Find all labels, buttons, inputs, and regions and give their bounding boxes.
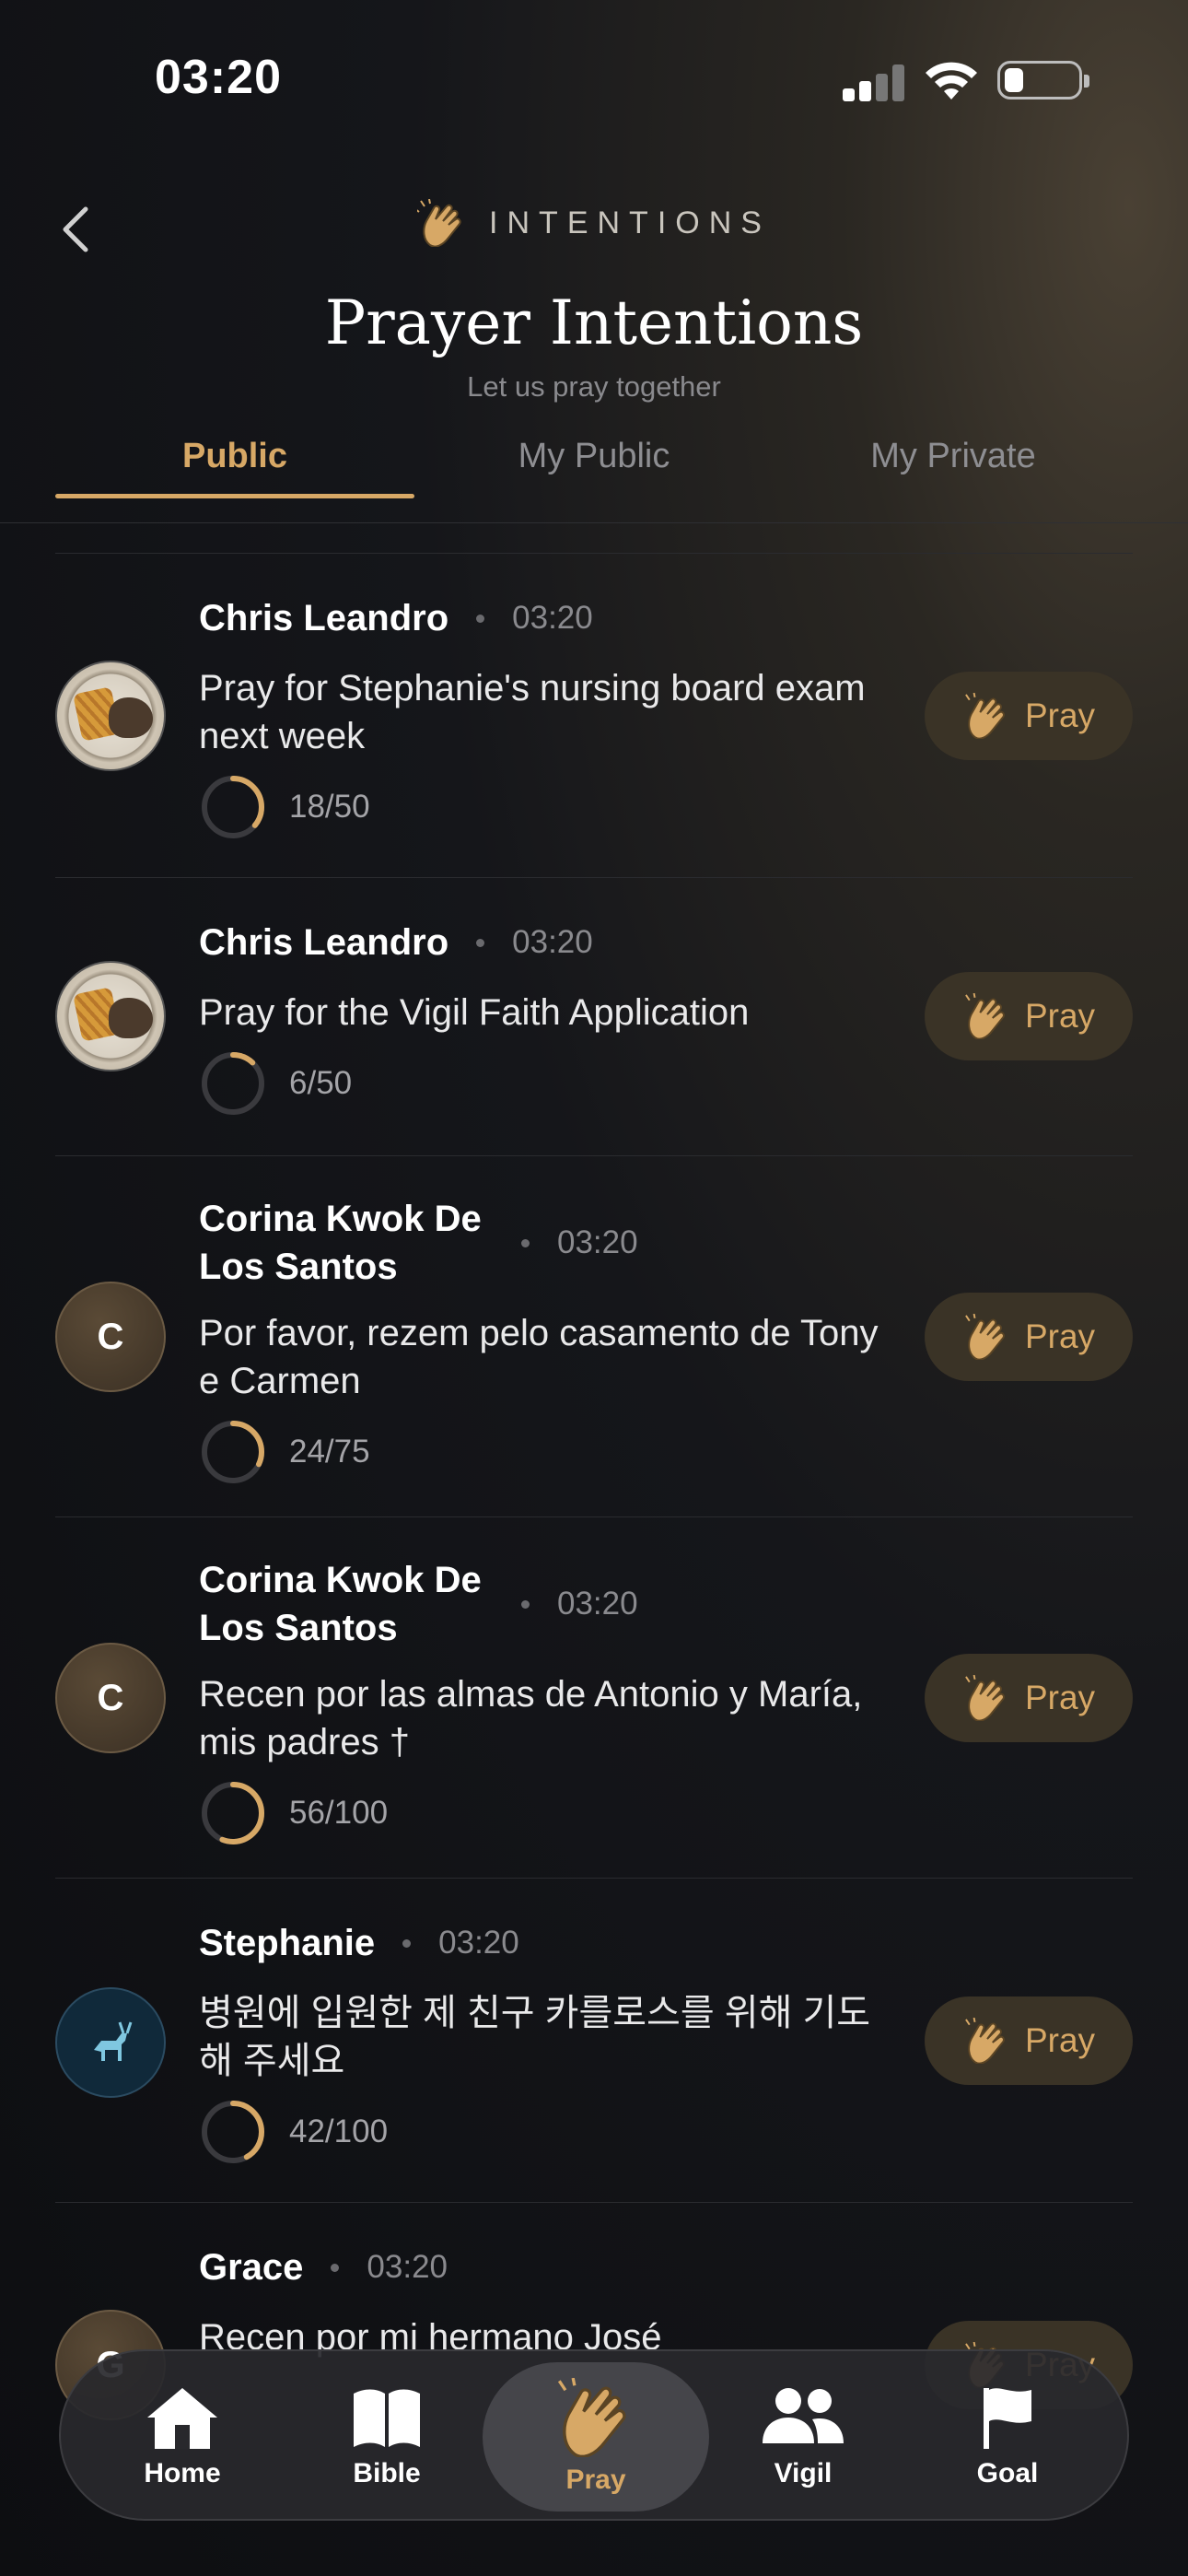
pray-button[interactable]: Pray [925,972,1133,1060]
cellular-signal-icon [843,63,905,101]
author-name: Stephanie [199,1923,376,1963]
intention-message: 병원에 입원한 제 친구 카를로스를 위해 기도해 주세요 [199,1993,871,2081]
praying-hands-icon [557,2378,626,2457]
prayer-progress: 18/50 [199,773,370,841]
pray-button[interactable]: Pray [925,1293,1133,1381]
nav-bible[interactable]: Bible [285,2351,488,2523]
pray-button-label: Pray [1024,697,1096,734]
intention-card: Chris Leandro 03:20 Pray for Stephanie's… [55,553,1133,877]
pray-button[interactable]: Pray [925,1654,1133,1742]
progress-ring-icon [202,776,264,838]
author-name: Grace [199,2247,304,2288]
timestamp: 03:20 [512,924,593,960]
pray-button-label: Pray [1024,997,1096,1035]
active-tab-indicator [55,494,414,498]
page-subtitle: Let us pray together [467,370,721,403]
intention-message: Pray for the Vigil Faith Application [199,992,750,1033]
timestamp: 03:20 [367,2249,448,2285]
intention-card: C Corina Kwok De Los Santos 03:20 Recen … [55,1516,1133,1878]
intentions-list: Chris Leandro 03:20 Pray for Stephanie's… [55,553,1133,2478]
praying-hands-icon [965,1314,1005,1360]
praying-hands-icon [417,199,461,247]
prayer-count: 56/100 [289,1795,389,1831]
bottom-nav: Home Bible Pray Vigil Goal [59,2349,1129,2521]
prayer-count: 18/50 [289,789,370,825]
intention-card: Chris Leandro 03:20 Pray for the Vigil F… [55,877,1133,1155]
author-name: Chris Leandro [199,922,449,963]
timestamp: 03:20 [557,1586,638,1622]
wifi-icon [926,62,977,100]
status-time: 03:20 [155,51,282,104]
people-icon [763,2388,844,2443]
progress-ring-icon [202,1052,264,1115]
tab-bar: Public My Public My Private [0,424,1188,523]
nav-pray-label: Pray [565,2465,626,2495]
author-name: Corina Kwok De Los Santos [199,1199,482,1287]
progress-ring-icon [202,1782,264,1844]
nav-goal-label: Goal [976,2458,1039,2488]
prayer-progress: 42/100 [199,2098,388,2166]
goat-icon [94,2021,133,2061]
nav-vigil[interactable]: Vigil [702,2351,904,2523]
pray-button-label: Pray [1024,1679,1096,1716]
nav-pray[interactable]: Pray [483,2362,709,2512]
avatar: C [55,1643,166,1753]
praying-hands-icon [965,1675,1005,1721]
timestamp: 03:20 [557,1224,638,1260]
timestamp: 03:20 [438,1925,519,1961]
tab-public[interactable]: Public [55,424,414,498]
intention-card: Stephanie 03:20 병원에 입원한 제 친구 카를로스를 위해 기도… [55,1878,1133,2202]
battery-icon [997,61,1089,100]
progress-ring-icon [202,1421,264,1483]
avatar [55,961,166,1071]
pray-button-label: Pray [1024,1317,1096,1355]
prayer-count: 24/75 [289,1434,370,1469]
nav-goal[interactable]: Goal [906,2351,1109,2523]
pray-button[interactable]: Pray [925,1996,1133,2085]
pray-button-label: Pray [1024,2021,1096,2059]
page-title: Prayer Intentions [324,287,864,358]
intention-message: Por favor, rezem pelo casamento de Tony … [199,1313,879,1401]
home-icon [147,2388,217,2449]
avatar: C [55,1282,166,1392]
flag-icon [984,2388,1031,2449]
tab-my-private[interactable]: My Private [774,424,1133,498]
prayer-progress: 56/100 [199,1779,388,1847]
nav-bible-label: Bible [353,2458,421,2488]
prayer-count: 42/100 [289,2113,389,2149]
intention-card: C Corina Kwok De Los Santos 03:20 Por fa… [55,1155,1133,1516]
prayer-progress: 24/75 [199,1418,370,1486]
praying-hands-icon [965,993,1005,1039]
author-name: Chris Leandro [199,598,449,638]
status-bar: 03:20 [0,0,1188,147]
praying-hands-icon [965,2018,1005,2064]
author-name: Corina Kwok De Los Santos [199,1560,482,1648]
nav-home[interactable]: Home [81,2351,284,2523]
book-icon [354,2389,420,2447]
intention-message: Pray for Stephanie's nursing board exam … [199,668,866,756]
praying-hands-icon [965,693,1005,739]
section-tag: INTENTIONS [0,199,1188,247]
pray-button[interactable]: Pray [925,672,1133,760]
prayer-progress: 6/50 [199,1049,352,1118]
section-tag-label: INTENTIONS [489,205,771,240]
avatar [55,1987,166,2098]
nav-home-label: Home [144,2458,221,2488]
tab-my-public[interactable]: My Public [414,424,774,498]
progress-ring-icon [202,2101,264,2163]
nav-vigil-label: Vigil [774,2458,833,2488]
intention-message: Recen por las almas de Antonio y María, … [199,1674,863,1762]
timestamp: 03:20 [512,600,593,636]
avatar [55,661,166,771]
prayer-count: 6/50 [289,1065,353,1101]
